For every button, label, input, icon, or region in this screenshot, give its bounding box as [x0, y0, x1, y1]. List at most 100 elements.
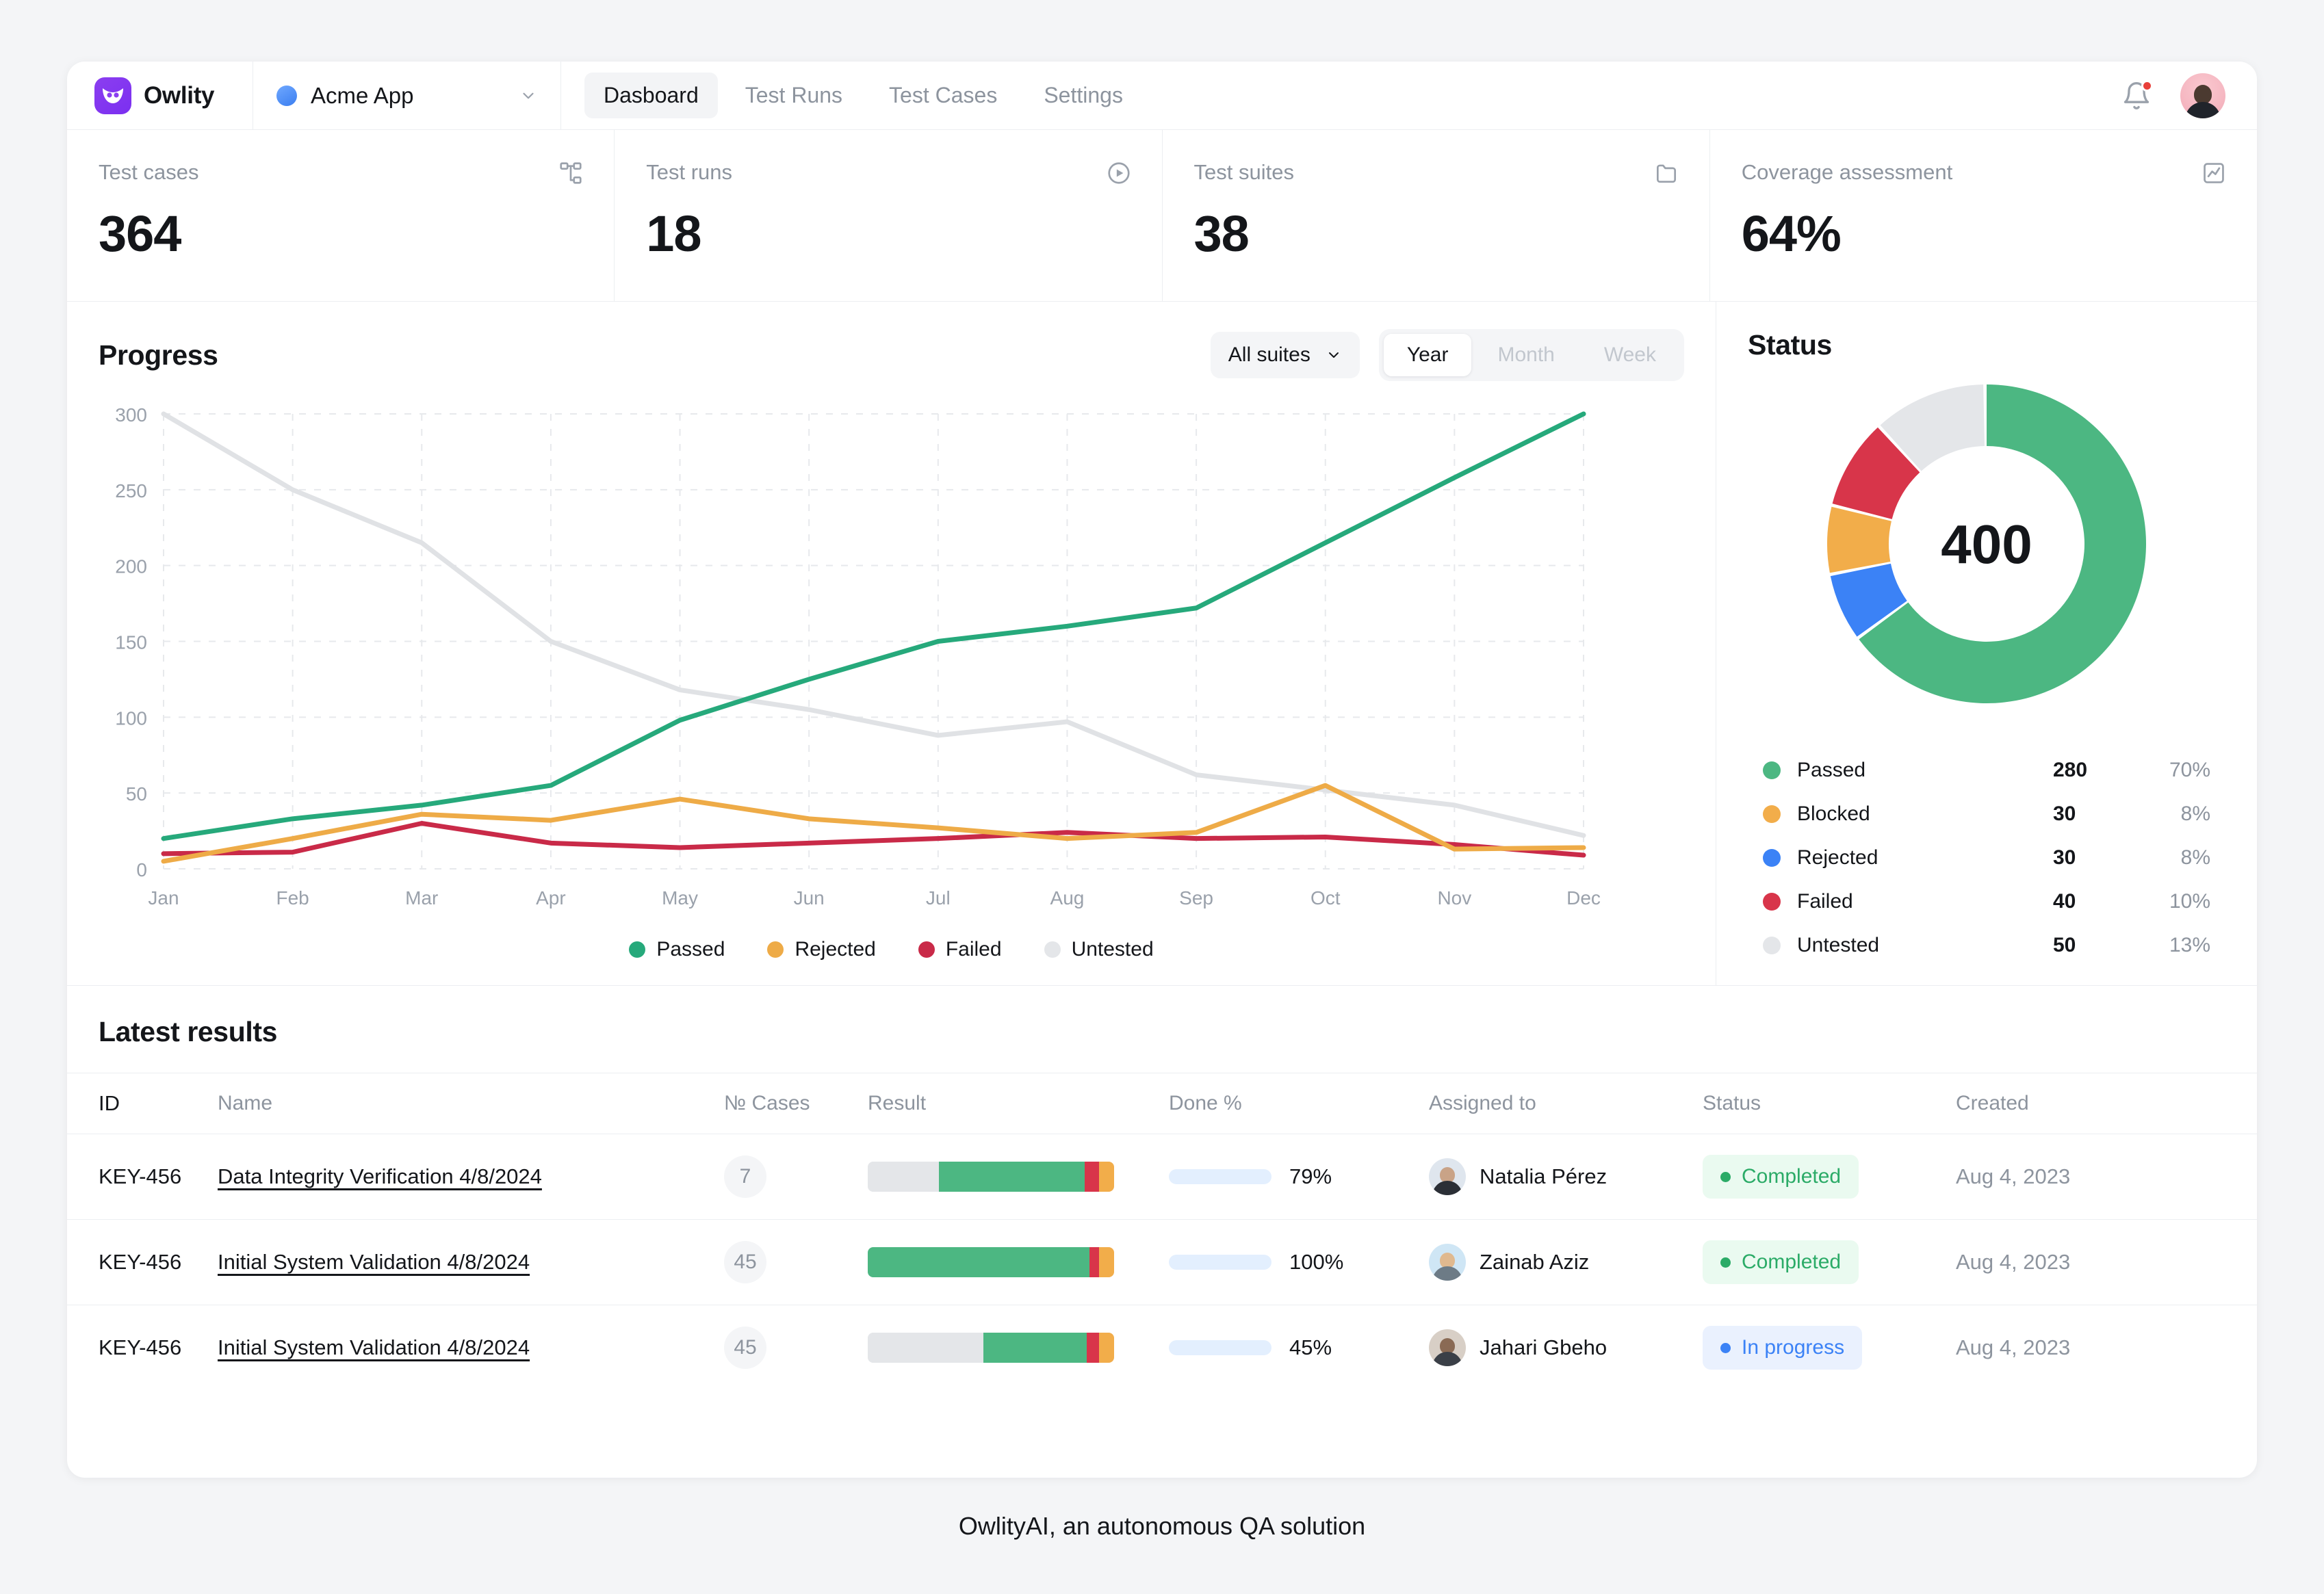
status-legend-row: Failed 40 10%: [1748, 880, 2225, 924]
cell-id: KEY-456: [67, 1134, 218, 1220]
status-legend-row: Passed 280 70%: [1748, 748, 2225, 792]
status-title: Status: [1748, 329, 1832, 361]
range-segmented-control: Year Month Week: [1378, 329, 1684, 381]
notifications-button[interactable]: [2121, 79, 2153, 111]
done-percent-label: 100%: [1289, 1250, 1344, 1274]
suite-filter-label: All suites: [1228, 343, 1311, 366]
kpi-strip: Test cases 364 Test runs 18 Test suites …: [67, 130, 2257, 302]
table-row[interactable]: KEY-456 Data Integrity Verification 4/8/…: [67, 1134, 2257, 1220]
status-count: 30: [2053, 846, 2076, 869]
owl-logo-icon: [94, 77, 131, 114]
cases-count-badge: 45: [724, 1241, 766, 1283]
column-header-result: Result: [868, 1073, 1169, 1134]
progress-line-chart: 0 50 100 150 200 250 300 Jan Feb Mar Apr May Jun Jul A…: [99, 393, 1684, 927]
legend-item-passed: Passed: [629, 938, 725, 961]
cell-done-percent: 45%: [1169, 1305, 1429, 1391]
project-avatar-icon: [276, 85, 297, 106]
table-row[interactable]: KEY-456 Initial System Validation 4/8/20…: [67, 1305, 2257, 1391]
user-avatar[interactable]: [2180, 73, 2225, 118]
donut-svg: 400: [1827, 384, 2146, 703]
status-name: Blocked: [1797, 802, 1870, 825]
status-percent: 8%: [2180, 846, 2210, 869]
donut-segment-blocked[interactable]: [1827, 506, 1892, 573]
app-window: Owlity Acme App Dasboard Test Runs Test …: [67, 62, 2257, 1478]
kpi-value: 18: [646, 205, 701, 262]
legend-dot: [1044, 941, 1061, 958]
cell-created: Aug 4, 2023: [1956, 1134, 2257, 1220]
kpi-card-test-suites[interactable]: Test suites 38: [1161, 130, 1709, 301]
table-row[interactable]: KEY-456 Initial System Validation 4/8/20…: [67, 1219, 2257, 1305]
test-run-link[interactable]: Initial System Validation 4/8/2024: [218, 1250, 530, 1274]
cell-name: Data Integrity Verification 4/8/2024: [218, 1134, 724, 1220]
top-navigation-bar: Owlity Acme App Dasboard Test Runs Test …: [67, 62, 2257, 130]
page-root: Owlity Acme App Dasboard Test Runs Test …: [0, 0, 2324, 1594]
tab-dashboard[interactable]: Dasboard: [584, 73, 718, 118]
result-segment-untested: [868, 1162, 940, 1192]
svg-text:Feb: Feb: [276, 887, 309, 909]
status-dot: [1763, 893, 1781, 911]
assignee-name: Natalia Pérez: [1480, 1164, 1608, 1188]
cell-name: Initial System Validation 4/8/2024: [218, 1305, 724, 1391]
kpi-card-coverage-assessment[interactable]: Coverage assessment 64%: [1709, 130, 2257, 301]
status-legend-row: Untested 50 13%: [1748, 924, 2225, 967]
segment-month[interactable]: Month: [1474, 334, 1577, 376]
column-header-cases: № Cases: [724, 1073, 868, 1134]
latest-results-section: Latest results ID Name № Cases Result Do…: [67, 986, 2257, 1390]
segment-week[interactable]: Week: [1581, 334, 1679, 376]
status-percent: 8%: [2180, 802, 2210, 825]
legend-item-failed: Failed: [918, 938, 1002, 961]
cell-name: Initial System Validation 4/8/2024: [218, 1219, 724, 1305]
cell-cases: 45: [724, 1305, 868, 1391]
result-segment-untested: [868, 1333, 984, 1363]
tab-test-cases[interactable]: Test Cases: [870, 73, 1016, 118]
cell-result: [868, 1134, 1169, 1220]
tab-test-runs[interactable]: Test Runs: [726, 73, 862, 118]
play-circle-icon: [1106, 160, 1132, 190]
status-dot: [1763, 849, 1781, 867]
segment-year[interactable]: Year: [1383, 334, 1472, 376]
status-percent: 13%: [2169, 934, 2210, 956]
latest-results-title: Latest results: [99, 1016, 278, 1047]
results-table-body: KEY-456 Data Integrity Verification 4/8/…: [67, 1134, 2257, 1391]
svg-text:Jul: Jul: [926, 887, 951, 909]
svg-text:Jan: Jan: [148, 887, 179, 909]
tab-settings[interactable]: Settings: [1024, 73, 1142, 118]
project-selector[interactable]: Acme App: [253, 62, 561, 129]
kpi-card-test-runs[interactable]: Test runs 18: [614, 130, 1161, 301]
notification-badge-dot: [2141, 79, 2153, 92]
kpi-value: 364: [99, 205, 181, 262]
status-dot: [1763, 805, 1781, 823]
assignee-avatar: [1429, 1158, 1466, 1195]
test-run-link[interactable]: Initial System Validation 4/8/2024: [218, 1335, 530, 1359]
chart-line-icon: [2201, 160, 2227, 190]
suite-filter-dropdown[interactable]: All suites: [1210, 332, 1360, 378]
status-legend-row: Rejected 30 8%: [1748, 836, 2225, 880]
cell-assignee: Natalia Pérez: [1429, 1134, 1703, 1220]
kpi-card-test-cases[interactable]: Test cases 364: [67, 130, 614, 301]
legend-label: Rejected: [795, 938, 876, 961]
done-progress-bar: [1169, 1255, 1271, 1270]
column-header-name: Name: [218, 1073, 724, 1134]
status-legend: Passed 280 70% Blocked 30 8% Rejected 30: [1748, 748, 2225, 967]
done-progress-bar: [1169, 1340, 1271, 1355]
assignee-name: Zainab Aziz: [1480, 1250, 1590, 1274]
status-legend-row: Blocked 30 8%: [1748, 792, 2225, 836]
test-run-link[interactable]: Data Integrity Verification 4/8/2024: [218, 1164, 542, 1188]
assignee-avatar: [1429, 1329, 1466, 1366]
status-badge-dot: [1720, 1257, 1731, 1268]
kpi-label: Test suites: [1193, 160, 1294, 184]
folder-icon: [1653, 160, 1679, 190]
status-percent: 70%: [2169, 759, 2210, 781]
cell-status: Completed: [1703, 1219, 1956, 1305]
topbar-actions: [2121, 62, 2257, 129]
status-dot: [1763, 937, 1781, 954]
results-table-head: ID Name № Cases Result Done % Assigned t…: [67, 1073, 2257, 1134]
cell-created: Aug 4, 2023: [1956, 1305, 2257, 1391]
status-name: Untested: [1797, 934, 1880, 956]
result-segment-failed: [1084, 1162, 1100, 1192]
main-tabs: Dasboard Test Runs Test Cases Settings: [561, 62, 2121, 129]
cell-assignee: Zainab Aziz: [1429, 1219, 1703, 1305]
brand-logo[interactable]: Owlity: [67, 62, 253, 129]
result-segment-blocked: [1099, 1162, 1114, 1192]
cell-id: KEY-456: [67, 1219, 218, 1305]
